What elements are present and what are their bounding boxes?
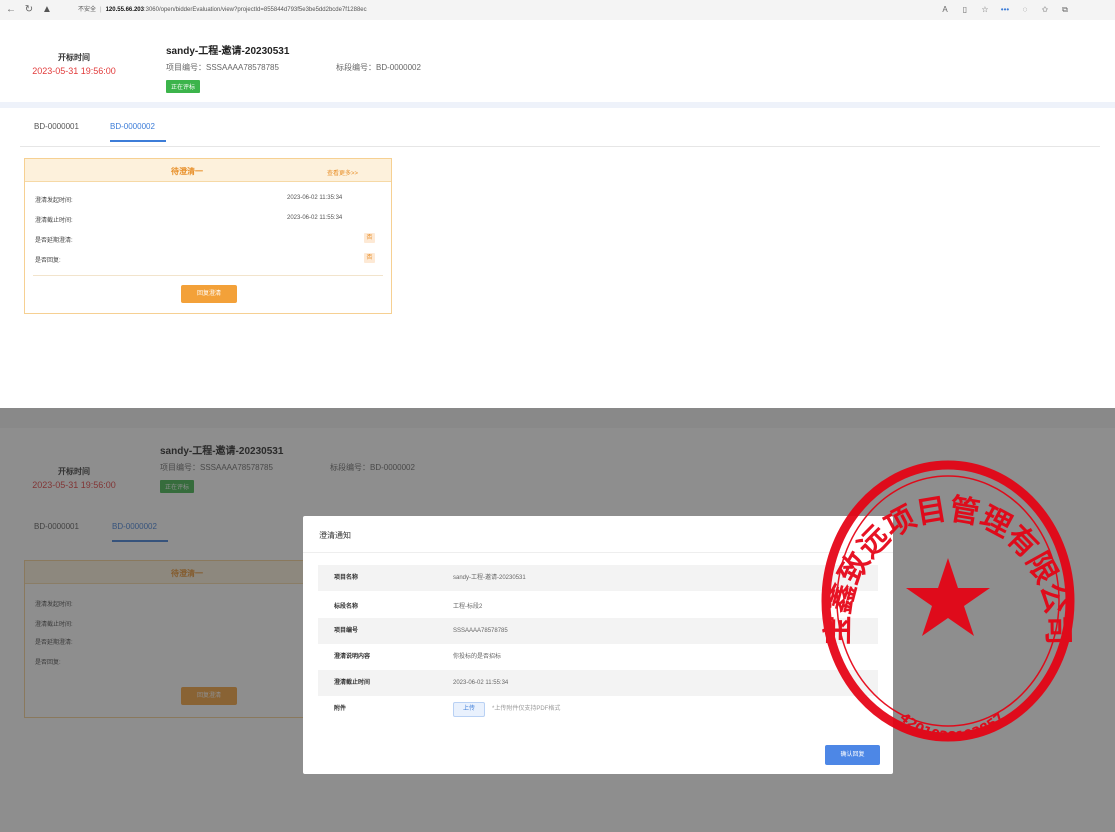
- section-number: 标段编号：BD-0000002: [336, 63, 421, 72]
- extensions-icon[interactable]: ◌: [1018, 3, 1032, 17]
- clarify-deadline-value: 2023-06-02 11:55:34: [287, 215, 343, 221]
- project-title: sandy-工程-邀请-20230531: [166, 46, 290, 57]
- modal-value: 你投标的是否招标: [453, 654, 502, 660]
- tab-section-2[interactable]: BD-0000002: [110, 122, 155, 131]
- active-tab-indicator: [110, 140, 166, 142]
- reply-clarification-button[interactable]: 回复澄清: [181, 285, 237, 303]
- upload-hint: *上传附件仅支持PDF格式: [492, 706, 561, 712]
- add-favorite-icon[interactable]: ☆: [978, 3, 992, 17]
- collections-icon[interactable]: ⧉: [1058, 3, 1072, 17]
- clarify-extended-value: 否: [364, 233, 375, 243]
- seal-star-icon: [906, 558, 990, 636]
- clarification-card: 待澄清一 查看更多>> 澄清发起时间: 2023-06-02 11:35:34 …: [24, 158, 392, 314]
- bid-open-time: 2023-05-31 19:56:00: [32, 66, 116, 76]
- read-aloud-icon[interactable]: A: [938, 3, 952, 17]
- modal-label: 项目编号: [334, 628, 359, 634]
- modal-value: sandy-工程-邀请-20230531: [453, 575, 526, 581]
- modal-label: 附件: [334, 706, 347, 712]
- clarification-card-header: 待澄清一 查看更多>>: [25, 159, 391, 182]
- modal-row-section-name: 标段名称 工程-标段2: [318, 594, 878, 620]
- clarify-start-value: 2023-06-02 11:35:34: [287, 195, 343, 201]
- back-icon[interactable]: ←: [4, 3, 18, 17]
- header-divider-strip: [0, 102, 1115, 108]
- card-divider: [33, 275, 383, 276]
- warning-icon: ▲: [42, 4, 52, 15]
- modal-header-divider: [303, 552, 893, 553]
- url-host: 120.55.66.203: [105, 7, 144, 13]
- url-path: :3060/open/bidderEvaluation/view?project…: [143, 7, 367, 13]
- clarification-notice-modal: 澄清通知 项目名称 sandy-工程-邀请-20230531 标段名称 工程-标…: [303, 516, 893, 774]
- modal-value: 2023-06-02 11:55:34: [453, 680, 509, 686]
- project-number: 项目编号：SSSAAAA78578785: [166, 63, 279, 72]
- modal-label: 澄清截止时间: [334, 680, 371, 686]
- more-dots-icon[interactable]: •••: [998, 3, 1012, 17]
- confirm-reply-button[interactable]: 确认回复: [825, 745, 880, 765]
- clarify-deadline-label: 澄清截止时间:: [35, 218, 73, 224]
- view-more-link[interactable]: 查看更多>>: [327, 168, 358, 177]
- modal-row-project-number: 项目编号 SSSAAAA78578785: [318, 618, 878, 644]
- modal-label: 澄清说明内容: [334, 654, 371, 660]
- modal-value: SSSAAAA78578785: [453, 628, 508, 634]
- security-label: 不安全: [78, 7, 97, 13]
- tab-section-1[interactable]: BD-0000001: [34, 122, 79, 131]
- upload-button[interactable]: 上传: [453, 702, 485, 717]
- seal-number: 4201028193857: [896, 710, 1007, 744]
- status-badge: 正在评标: [166, 80, 201, 93]
- modal-row-clarify-content: 澄清说明内容 你投标的是否招标: [318, 644, 878, 670]
- bid-open-label: 开标时间: [58, 53, 90, 62]
- modal-row-clarify-deadline: 澄清截止时间 2023-06-02 11:55:34: [318, 670, 878, 696]
- browser-toolbar: ← ↻ ▲ 不安全 | 120.55.66.203:3060/open/bidder…: [0, 0, 1115, 21]
- modal-row-attachment: 附件 上传 *上传附件仅支持PDF格式: [318, 696, 878, 722]
- modal-title: 澄清通知: [319, 531, 351, 540]
- modal-value: 工程-标段2: [453, 604, 483, 610]
- modal-label: 项目名称: [334, 575, 359, 581]
- split-screen-icon[interactable]: ▯: [958, 3, 972, 17]
- project-header: 开标时间 2023-05-31 19:56:00 sandy-工程-邀请-202…: [0, 20, 1115, 100]
- tab-baseline: [20, 146, 1100, 147]
- modal-row-project-name: 项目名称 sandy-工程-邀请-20230531: [318, 565, 878, 591]
- clarify-start-label: 澄清发起时间:: [35, 198, 73, 204]
- address-bar[interactable]: 不安全 | 120.55.66.203:3060/open/bidderEvalua…: [78, 3, 367, 17]
- refresh-icon[interactable]: ↻: [22, 3, 36, 17]
- company-seal-stamp: 宝鑫致远项目管理有限公司 4201028193857: [820, 458, 1076, 745]
- modal-label: 标段名称: [334, 604, 359, 610]
- clarify-extended-label: 是否延期澄清:: [35, 238, 73, 244]
- clarify-replied-label: 是否回复:: [35, 258, 61, 264]
- seal-graphic: 宝鑫致远项目管理有限公司 4201028193857: [821, 460, 1075, 745]
- favorites-icon[interactable]: ✩: [1038, 3, 1052, 17]
- clarification-card-title: 待澄清一: [171, 167, 203, 176]
- clarify-replied-value: 否: [364, 253, 375, 263]
